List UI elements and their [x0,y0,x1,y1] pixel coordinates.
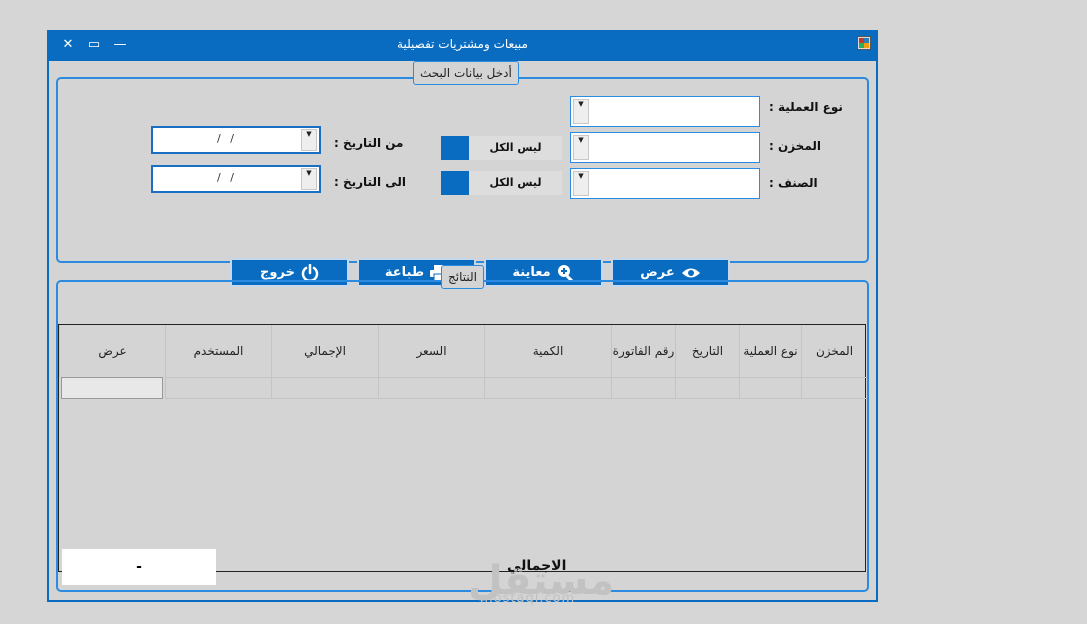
app-icon [857,36,871,50]
watermark-domain: mostaql.com [480,591,576,606]
total-value-field: - [62,549,216,585]
results-group-legend: النتائج [441,265,484,289]
column-header[interactable]: المستخدم [165,325,271,377]
zoom-in-icon [557,264,573,282]
exit-button-label: خروج [260,265,295,280]
from-date-picker[interactable]: / / ▼ [151,126,321,154]
to-date-picker[interactable]: / / ▼ [151,165,321,193]
to-date-label: الى التاريخ : [334,175,406,189]
from-date-label: من التاريخ : [334,136,404,150]
view-button-label: عرض [640,265,675,280]
power-icon [301,263,319,282]
item-select[interactable]: ▼ [570,168,760,199]
from-date-value: / / [217,132,237,145]
table-cell[interactable] [484,377,611,399]
column-header[interactable]: عرض [59,325,165,377]
table-cell[interactable] [271,377,378,399]
table-cell[interactable] [739,377,801,399]
window-client: أدخل بيانات البحث نوع العملية : ▼ المخزن… [49,61,876,600]
warehouse-select[interactable]: ▼ [570,132,760,163]
report-window: ✕ ▭ — مبيعات ومشتريات تفصيلية أدخل بيانا… [47,30,878,602]
preview-button-label: معاينة [512,265,551,280]
window-title: مبيعات ومشتريات تفصيلية [397,37,528,51]
chevron-down-icon: ▼ [573,135,589,160]
column-header[interactable]: نوع العملية [739,325,801,377]
results-table[interactable]: المخزن نوع العملية التاريخ رقم الفاتورة … [58,324,867,572]
table-cell[interactable] [675,377,739,399]
column-header[interactable]: الإجمالي [271,325,378,377]
view-cell-button[interactable] [61,377,163,399]
table-cell[interactable] [801,377,867,399]
item-all-checkbox[interactable] [441,171,469,195]
title-bar: ✕ ▭ — مبيعات ومشتريات تفصيلية [47,30,878,61]
chevron-down-icon: ▼ [573,99,589,124]
item-label: الصنف : [769,176,818,190]
operation-type-label: نوع العملية : [769,100,843,114]
column-header[interactable]: التاريخ [675,325,739,377]
column-header[interactable]: رقم الفاتورة [611,325,675,377]
operation-type-select[interactable]: ▼ [570,96,760,127]
warehouse-label: المخزن : [769,139,821,153]
search-group-legend: أدخل بيانات البحث [413,61,519,85]
item-all-toggle[interactable]: ليس الكل [469,171,562,195]
column-header[interactable]: السعر [378,325,484,377]
table-cell[interactable] [611,377,675,399]
to-date-value: / / [217,171,237,184]
column-header[interactable]: الكمية [484,325,611,377]
column-header[interactable]: المخزن [801,325,867,377]
chevron-down-icon: ▼ [301,168,317,190]
warehouse-all-checkbox[interactable] [441,136,469,160]
table-cell[interactable] [378,377,484,399]
print-button-label: طباعة [384,265,425,280]
chevron-down-icon: ▼ [573,171,589,196]
warehouse-all-toggle[interactable]: ليس الكل [469,136,562,160]
eye-icon [681,268,700,277]
table-cell[interactable] [165,377,271,399]
chevron-down-icon: ▼ [301,129,317,151]
